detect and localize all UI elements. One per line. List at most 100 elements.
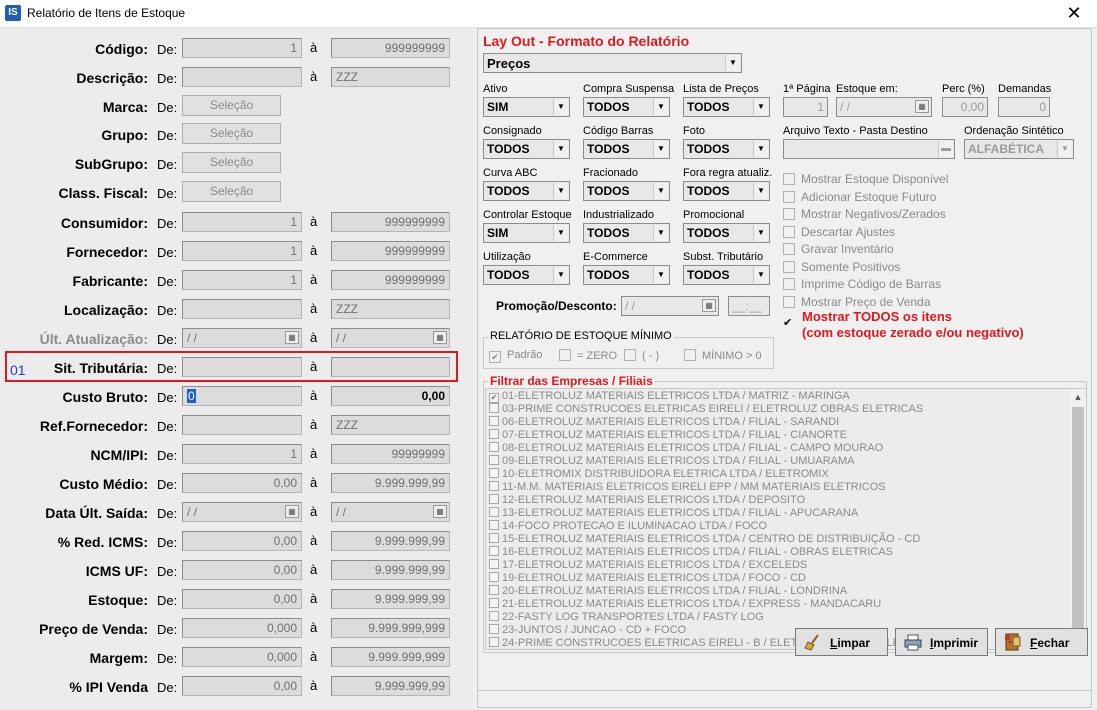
combo-codigo-barras[interactable]: TODOS ▼ [583,139,670,159]
company-item[interactable]: 07-ELETROLUZ MATERIAIS ELETRICOS LTDA / … [486,429,1086,442]
company-item[interactable]: 14-FOCO PROTECAO E ILUMINACAO LTDA / FOC… [486,520,1086,533]
to-input[interactable]: 99999999 [331,444,450,464]
option-mostrar-negativos-zerados[interactable]: Mostrar Negativos/Zerados [783,207,946,221]
option-gravar-inventario[interactable]: Gravar Inventário [783,242,894,256]
to-input[interactable]: 9.999.999,999 [331,618,450,638]
promo-time-input[interactable]: __:__ [728,296,770,316]
from-input[interactable]: 0,00 [182,676,302,696]
select-button[interactable]: Seleção [182,95,281,116]
to-input[interactable]: ZZZ [331,415,450,435]
from-input[interactable]: 1 [182,241,302,261]
company-item[interactable]: 20-ELETROLUZ MATERIAIS ELETRICOS LTDA / … [486,585,1086,598]
from-input[interactable]: 0,00 [182,560,302,580]
option-adicionar-estoque-futuro[interactable]: Adicionar Estoque Futuro [783,190,936,204]
scrollbar[interactable]: ▲ ▼ [1070,389,1086,649]
to-input[interactable]: 999999999 [331,241,450,261]
to-input[interactable]: 9.999.999,99 [331,589,450,609]
to-input[interactable]: 999999999 [331,270,450,290]
from-input[interactable]: 0,00 [182,589,302,609]
select-button[interactable]: Seleção [182,181,281,202]
to-input[interactable]: 9.999.999,99 [331,676,450,696]
company-item[interactable]: 17-ELETROLUZ MATERIAIS ELETRICOS LTDA / … [486,559,1086,572]
layout-select[interactable]: Preços ▼ [483,53,742,73]
company-item[interactable]: 13-ELETROLUZ MATERIAIS ELETRICOS LTDA / … [486,507,1086,520]
combo-subst-tributario[interactable]: TODOS ▼ [683,265,770,285]
from-input[interactable]: 1 [182,38,302,58]
option-mostrar-estoque-disponivel[interactable]: Mostrar Estoque Disponível [783,172,948,186]
option-mostrar-preco-de-venda[interactable]: Mostrar Preço de Venda [783,295,930,309]
to-input[interactable]: ZZZ [331,67,450,87]
from-input[interactable]: 0 [182,386,302,406]
to-input[interactable]: / / ▦ [331,328,450,348]
to-input[interactable]: 9.999.999,99 [331,531,450,551]
company-item[interactable]: 03-PRIME CONSTRUCOES ELETRICAS EIRELI / … [486,403,1086,416]
min-stock-option-2[interactable]: = ZERO [559,349,617,362]
combo-curva-abc[interactable]: TODOS ▼ [483,181,570,201]
select-button[interactable]: Seleção [182,123,281,144]
min-stock-option-3[interactable]: ( - ) [624,349,659,362]
from-input[interactable]: / / ▦ [182,328,302,348]
from-input[interactable]: 0,000 [182,647,302,667]
combo-consignado[interactable]: TODOS ▼ [483,139,570,159]
from-input[interactable] [182,67,302,87]
from-input[interactable]: 0,00 [182,531,302,551]
scroll-thumb[interactable] [1072,407,1084,629]
select-button[interactable]: Seleção [182,152,281,173]
demandas-input[interactable]: 0 [998,97,1050,117]
company-item[interactable]: 06-ELETROLUZ MATERIAIS ELETRICOS LTDA / … [486,416,1086,429]
show-all-items-checkbox[interactable]: ✔ Mostrar TODOS os itens (com estoque ze… [783,309,1024,341]
company-item[interactable]: 21-ELETROLUZ MATERIAIS ELETRICOS LTDA / … [486,598,1086,611]
from-input[interactable]: 1 [182,444,302,464]
to-input[interactable]: 9.999.999,99 [331,473,450,493]
company-item[interactable]: 11-M.M. MATERIAIS ELETRICOS EIRELI EPP /… [486,481,1086,494]
company-item[interactable]: 09-ELETROLUZ MATERIAIS ELETRICOS LTDA / … [486,455,1086,468]
to-input[interactable]: 999999999 [331,212,450,232]
from-input[interactable]: 0,00 [182,473,302,493]
company-item[interactable]: 10-ELETROMIX DISTRIBUIDORA ELETRICA LTDA… [486,468,1086,481]
combo-compra-suspensa[interactable]: TODOS ▼ [583,97,670,117]
calendar-icon[interactable]: ▦ [702,299,716,312]
close-icon[interactable]: ✕ [1051,0,1097,28]
companies-list[interactable]: ✔ 01-ELETROLUZ MATERIAIS ELETRICOS LTDA /… [485,388,1087,650]
from-input[interactable]: / / ▦ [182,502,302,522]
company-item[interactable]: 19-ELETROLUZ MATERIAIS ELETRICOS LTDA / … [486,572,1086,585]
company-item[interactable]: 08-ELETROLUZ MATERIAIS ELETRICOS LTDA / … [486,442,1086,455]
combo-controlar-estoque[interactable]: SIM ▼ [483,223,570,243]
perc-input[interactable]: 0,00 [942,97,988,117]
combo-utilizacao[interactable]: TODOS ▼ [483,265,570,285]
option-somente-positivos[interactable]: Somente Positivos [783,260,900,274]
calendar-icon[interactable]: ▦ [433,331,447,344]
calendar-icon[interactable]: ▦ [285,331,299,344]
to-input[interactable]: 9.999.999,99 [331,560,450,580]
from-input[interactable] [182,415,302,435]
to-input[interactable]: / / ▦ [331,502,450,522]
combo-ativo[interactable]: SIM ▼ [483,97,570,117]
min-stock-option-4[interactable]: MÍNIMO > 0 [684,349,762,362]
calendar-icon[interactable]: ▦ [285,505,299,518]
combo-fora-regra-atualiz[interactable]: TODOS ▼ [683,181,770,201]
folder-icon[interactable]: ▬ [938,141,953,157]
clear-button[interactable]: Limpar [795,628,888,656]
company-item[interactable]: ✔ 01-ELETROLUZ MATERIAIS ELETRICOS LTDA /… [486,390,1086,403]
combo-foto[interactable]: TODOS ▼ [683,139,770,159]
combo-e-commerce[interactable]: TODOS ▼ [583,265,670,285]
to-input[interactable]: 0,00 [331,386,450,406]
stock-at-input[interactable]: / / ▦ [836,97,932,117]
combo-fracionado[interactable]: TODOS ▼ [583,181,670,201]
option-descartar-ajustes[interactable]: Descartar Ajustes [783,225,895,239]
from-input[interactable]: 0,000 [182,618,302,638]
first-page-input[interactable]: 1 [783,97,828,117]
from-input[interactable] [182,299,302,319]
combo-promocional[interactable]: TODOS ▼ [683,223,770,243]
to-input[interactable]: ZZZ [331,299,450,319]
from-input[interactable]: 1 [182,212,302,232]
export-folder-input[interactable]: ▬ [783,139,955,159]
company-item[interactable]: 22-FASTY LOG TRANSPORTES LTDA / FASTY LO… [486,611,1086,624]
combo-industrializado[interactable]: TODOS ▼ [583,223,670,243]
from-input[interactable]: 1 [182,270,302,290]
scroll-up-icon[interactable]: ▲ [1070,389,1086,405]
min-stock-option-1[interactable]: ✔ Padrão [489,349,542,363]
to-input[interactable]: 999999999 [331,38,450,58]
close-button[interactable]: Fechar [995,628,1088,656]
company-item[interactable]: 12-ELETROLUZ MATERIAIS ELETRICOS LTDA / … [486,494,1086,507]
